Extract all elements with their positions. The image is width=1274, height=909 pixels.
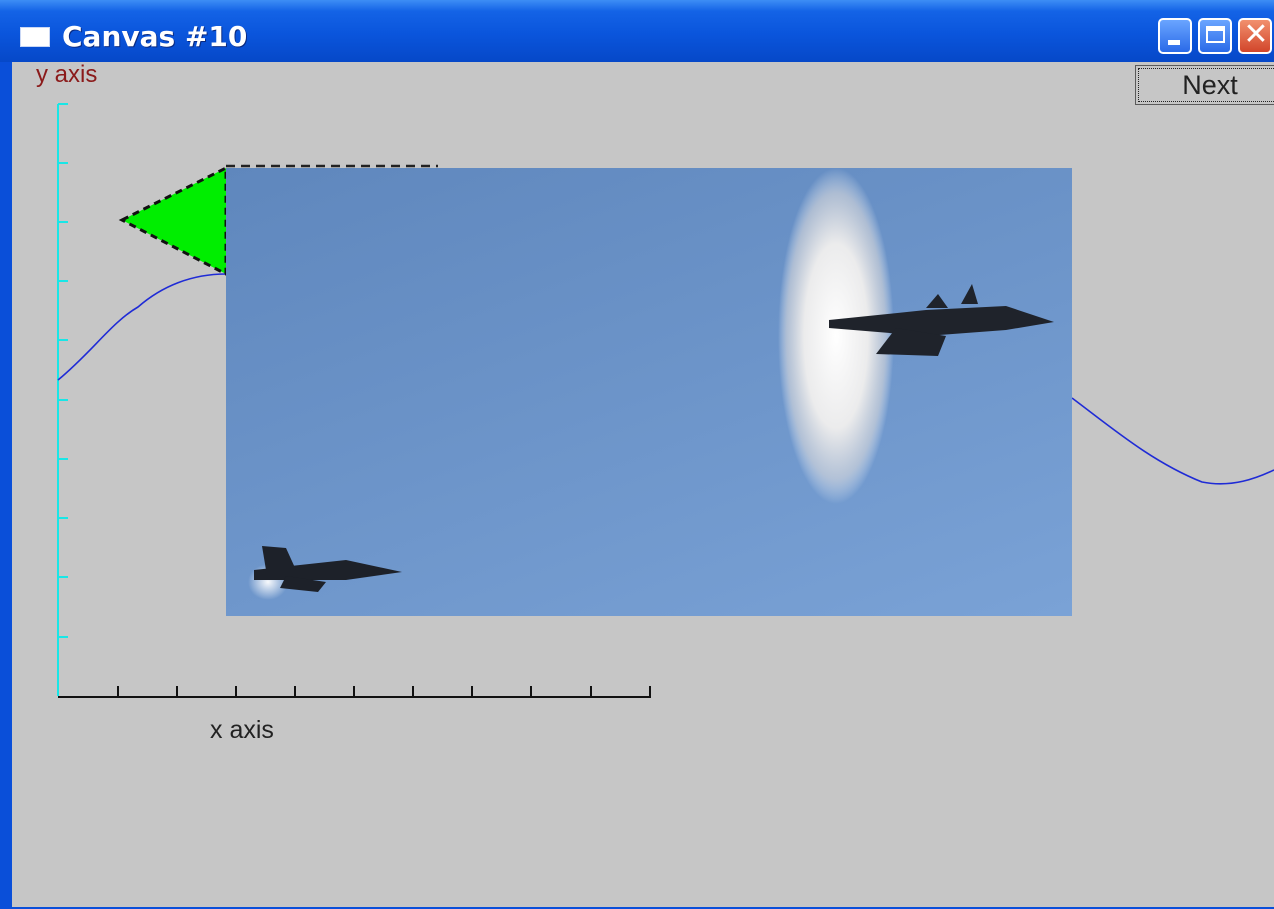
maximize-icon <box>1206 26 1225 43</box>
title-bar[interactable]: Canvas #10 ✕ <box>0 0 1274 62</box>
x-axis-label: x axis <box>210 716 274 744</box>
next-button[interactable]: Next <box>1135 65 1274 105</box>
canvas-area[interactable]: y axis x axis Next <box>12 62 1274 907</box>
window-title: Canvas #10 <box>62 20 248 53</box>
close-button[interactable]: ✕ <box>1238 18 1272 54</box>
window-icon <box>20 27 50 47</box>
y-axis-label: y axis <box>36 62 97 88</box>
maximize-button[interactable] <box>1198 18 1232 54</box>
jet-photo <box>226 168 1072 616</box>
curve-right <box>1071 397 1274 485</box>
close-icon: ✕ <box>1243 17 1269 52</box>
minimize-button[interactable] <box>1158 18 1192 54</box>
green-triangle <box>118 165 228 277</box>
curve-left <box>57 273 227 381</box>
vapor-cone <box>778 168 894 504</box>
minimize-icon <box>1168 40 1180 45</box>
app-window: Canvas #10 ✕ y axis x axis Next <box>0 0 1274 909</box>
y-axis-ticks <box>58 103 68 638</box>
jet-photo-svg <box>248 168 1054 600</box>
x-axis-ticks <box>117 686 651 697</box>
